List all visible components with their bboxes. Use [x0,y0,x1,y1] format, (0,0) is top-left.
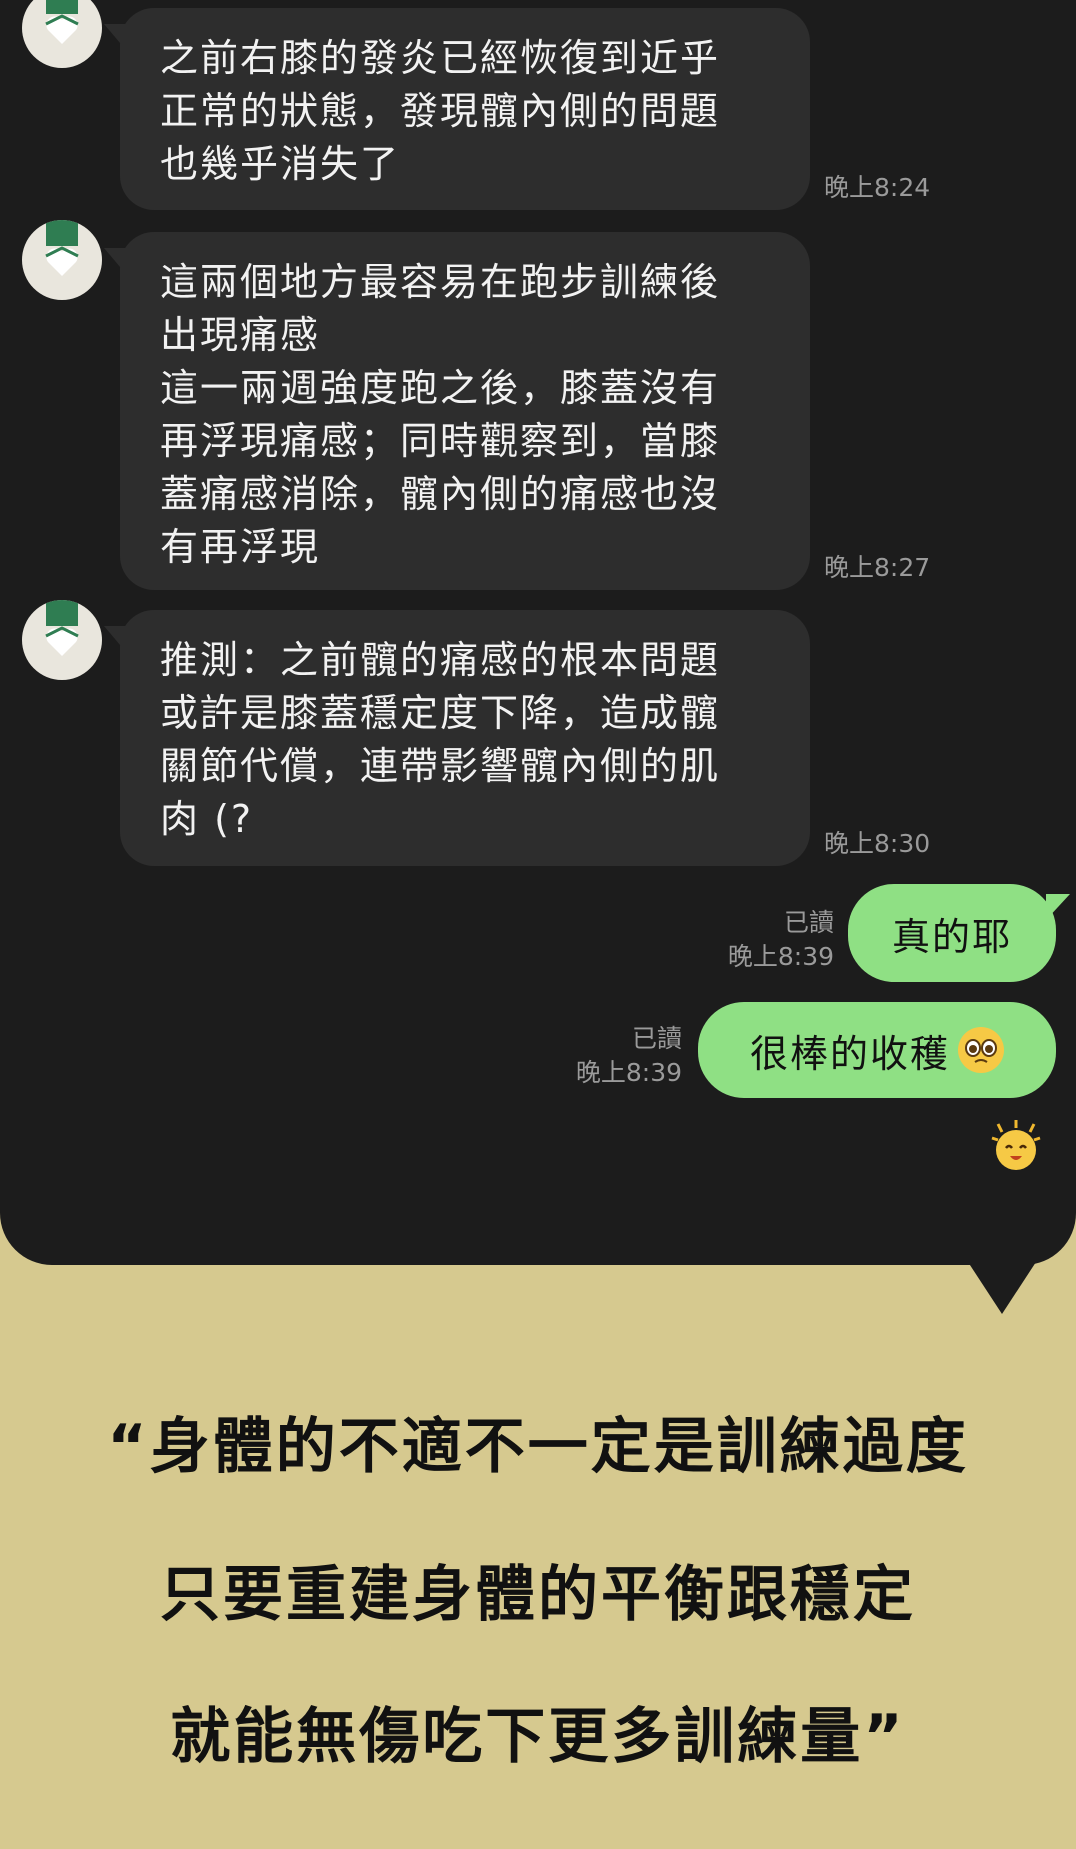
chat-panel-tail [968,1262,1036,1314]
incoming-message-bubble[interactable]: 這兩個地方最容易在跑步訓練後 出現痛感 這一兩週強度跑之後，膝蓋沒有 再浮現痛感… [104,232,810,590]
message-time: 晚上8:27 [824,553,931,582]
sparkle-face-sticker-icon[interactable] [988,1118,1044,1174]
outgoing-message-bubble[interactable]: 很棒的收穫 [698,1002,1056,1098]
heart-icon [45,246,79,276]
message-text: 很棒的收穫 [749,1031,950,1076]
incoming-message-bubble[interactable]: 之前右膝的發炎已經恢復到近乎 正常的狀態，發現髖內側的問題 也幾乎消失了 [104,8,810,210]
message-text: 真的耶 [891,914,1012,959]
quote-line: 就能無傷吃下更多訓練量” [170,1702,906,1772]
quote-line: 只要重建身體的平衡跟穩定 [160,1560,916,1630]
message-time: 晚上8:39 [575,1058,682,1087]
contact-avatar[interactable] [22,600,102,680]
read-receipt: 已讀 [783,908,834,937]
message-meta: 已讀 晚上8:39 [680,906,834,974]
incoming-message-bubble[interactable]: 推測：之前髖的痛感的根本問題 或許是膝蓋穩定度下降，造成髖 關節代償，連帶影響髖… [104,610,810,866]
message-time: 晚上8:30 [824,829,931,858]
read-receipt: 已讀 [631,1024,682,1053]
message-time: 晚上8:24 [824,173,931,202]
heart-icon [45,14,79,44]
pleading-face-icon [958,1027,1004,1073]
contact-avatar[interactable] [22,0,102,68]
heart-icon [45,626,79,656]
message-time: 晚上8:39 [727,942,834,971]
outgoing-message-bubble[interactable]: 真的耶 [848,884,1070,982]
quote-line: “身體的不適不一定是訓練過度 [107,1412,969,1482]
contact-avatar[interactable] [22,220,102,300]
chat-panel: 之前右膝的發炎已經恢復到近乎 正常的狀態，發現髖內側的問題 也幾乎消失了 晚上8… [0,0,1076,1265]
message-meta: 已讀 晚上8:39 [530,1022,682,1090]
